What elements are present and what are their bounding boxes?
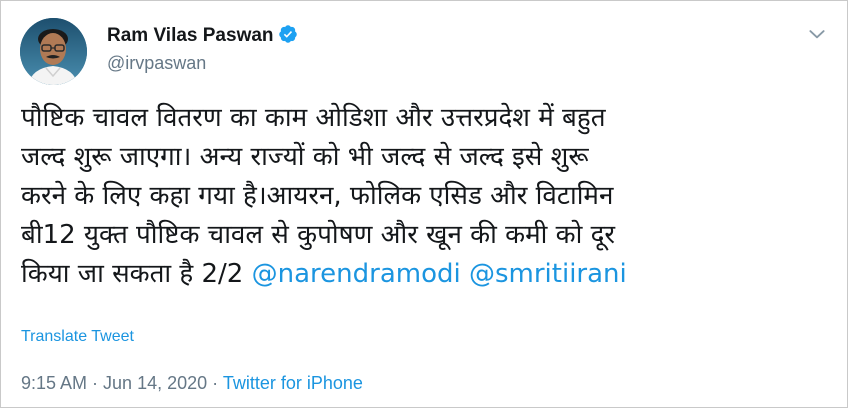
tweet-meta: 9:15 AM · Jun 14, 2020 · Twitter for iPh… bbox=[21, 373, 363, 394]
author-name[interactable]: Ram Vilas Paswan bbox=[107, 24, 298, 47]
tweet-date[interactable]: Jun 14, 2020 bbox=[103, 373, 207, 393]
tweet-source-link[interactable]: Twitter for iPhone bbox=[223, 373, 363, 393]
meta-separator: · bbox=[207, 373, 223, 393]
tweet-line-text: किया जा सकता है 2/2 bbox=[21, 259, 244, 289]
mention-link-smritiirani[interactable]: @smritiirani bbox=[469, 259, 627, 289]
chevron-down-icon[interactable] bbox=[807, 24, 827, 44]
verified-badge-icon bbox=[278, 25, 297, 43]
tweet-line: करने के लिए कहा गया है।आयरन, फोलिक एसिड … bbox=[21, 181, 614, 211]
tweet-line: पौष्टिक चावल वितरण का काम ओडिशा और उत्तर… bbox=[21, 103, 606, 133]
translate-tweet-link[interactable]: Translate Tweet bbox=[21, 328, 134, 346]
avatar[interactable] bbox=[20, 18, 87, 85]
tweet-line: जल्द शुरू जाएगा। अन्य राज्यों को भी जल्द… bbox=[21, 142, 589, 172]
tweet-time[interactable]: 9:15 AM bbox=[21, 373, 87, 393]
tweet-line-last: किया जा सकता है 2/2 @narendramodi @smrit… bbox=[21, 255, 821, 294]
author-name-text: Ram Vilas Paswan bbox=[107, 25, 274, 46]
tweet-line: बी12 युक्त पौष्टिक चावल से कुपोषण और खून… bbox=[21, 220, 616, 250]
author-handle[interactable]: @irvpaswan bbox=[107, 53, 206, 74]
mention-link-narendramodi[interactable]: @narendramodi bbox=[252, 259, 461, 289]
tweet-card: Ram Vilas Paswan @irvpaswan पौष्टिक चावल… bbox=[0, 0, 848, 408]
meta-separator: · bbox=[87, 373, 104, 393]
tweet-text: पौष्टिक चावल वितरण का काम ओडिशा और उत्तर… bbox=[21, 99, 821, 294]
avatar-image bbox=[20, 18, 87, 85]
